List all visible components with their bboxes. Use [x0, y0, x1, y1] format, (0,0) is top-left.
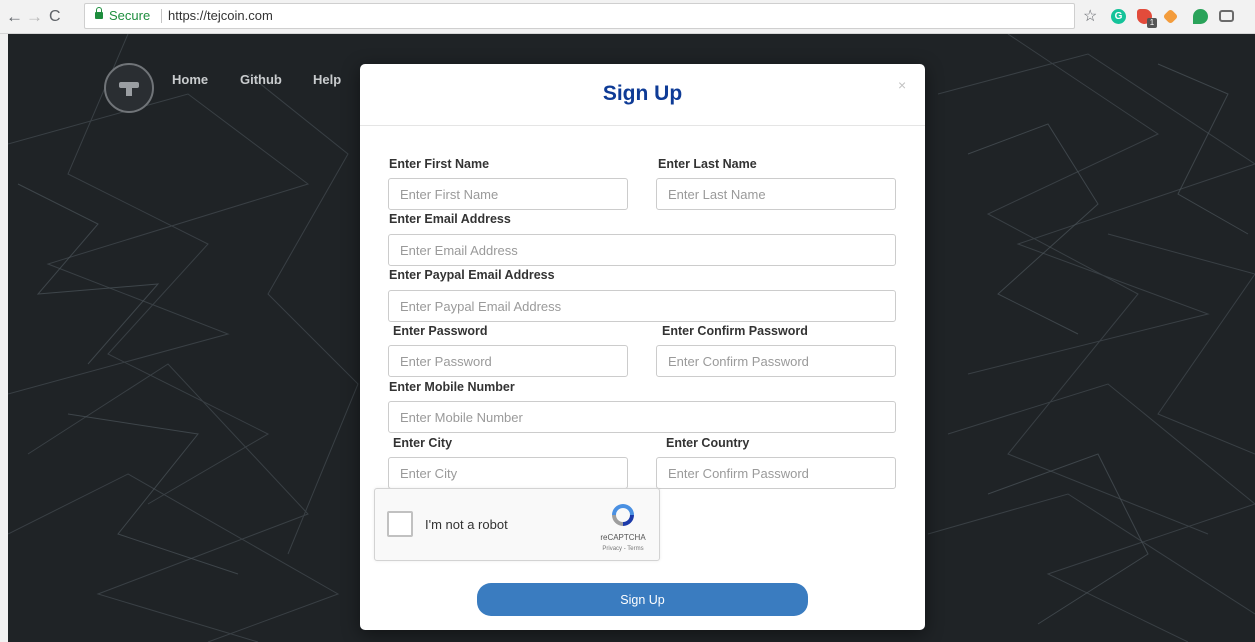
- paypal-email-input[interactable]: [388, 290, 896, 322]
- paypal-email-label: Enter Paypal Email Address: [389, 268, 555, 282]
- close-icon[interactable]: ×: [898, 77, 906, 93]
- confirm-password-input[interactable]: [656, 345, 896, 377]
- recaptcha-terms-link[interactable]: Privacy - Terms: [593, 546, 653, 552]
- nav-github-link[interactable]: Github: [240, 72, 282, 87]
- recaptcha-widget: I'm not a robot reCAPTCHA Privacy - Term…: [374, 488, 660, 561]
- reload-icon[interactable]: C: [49, 7, 61, 27]
- fox-extension-icon[interactable]: [1162, 8, 1179, 25]
- red-extension-icon[interactable]: 1: [1137, 9, 1157, 28]
- signup-modal: Sign Up × Enter First Name Enter Last Na…: [360, 64, 925, 630]
- country-label: Enter Country: [666, 436, 750, 450]
- country-input[interactable]: [656, 457, 896, 489]
- back-icon[interactable]: ←: [6, 7, 23, 27]
- nav-home-link[interactable]: Home: [172, 72, 208, 87]
- camera-icon[interactable]: [1219, 10, 1234, 22]
- mobile-label: Enter Mobile Number: [389, 380, 515, 394]
- browser-toolbar: ← → C Secure https://tejcoin.com ☆ G 1: [0, 0, 1255, 34]
- secure-label: Secure: [109, 8, 151, 23]
- recaptcha-logo-icon: [612, 504, 634, 526]
- last-name-input[interactable]: [656, 178, 896, 210]
- recaptcha-checkbox[interactable]: [387, 511, 413, 537]
- city-input[interactable]: [388, 457, 628, 489]
- password-label: Enter Password: [393, 324, 488, 338]
- email-input[interactable]: [388, 234, 896, 266]
- site-logo[interactable]: [104, 63, 154, 113]
- password-input[interactable]: [388, 345, 628, 377]
- last-name-label: Enter Last Name: [658, 157, 757, 171]
- url-text[interactable]: https://tejcoin.com: [168, 4, 273, 28]
- city-label: Enter City: [393, 436, 453, 450]
- bookmark-star-icon[interactable]: ☆: [1083, 6, 1097, 26]
- signup-button[interactable]: Sign Up: [477, 583, 808, 616]
- green-extension-icon[interactable]: [1193, 9, 1208, 24]
- mobile-input[interactable]: [388, 401, 896, 433]
- confirm-password-label: Enter Confirm Password: [662, 324, 808, 338]
- modal-title: Sign Up: [602, 82, 683, 105]
- recaptcha-label: I'm not a robot: [425, 517, 508, 532]
- modal-header: Sign Up ×: [360, 64, 925, 126]
- email-label: Enter Email Address: [389, 212, 511, 226]
- url-divider: [161, 9, 162, 23]
- nav-help-link[interactable]: Help: [313, 72, 341, 87]
- extension-badge: 1: [1147, 18, 1157, 28]
- first-name-label: Enter First Name: [389, 157, 490, 171]
- address-bar[interactable]: Secure https://tejcoin.com: [84, 3, 1075, 29]
- grammarly-icon[interactable]: G: [1111, 9, 1126, 24]
- lock-icon: [95, 7, 103, 19]
- forward-icon[interactable]: →: [26, 7, 43, 27]
- first-name-input[interactable]: [388, 178, 628, 210]
- recaptcha-brand: reCAPTCHA: [600, 533, 646, 542]
